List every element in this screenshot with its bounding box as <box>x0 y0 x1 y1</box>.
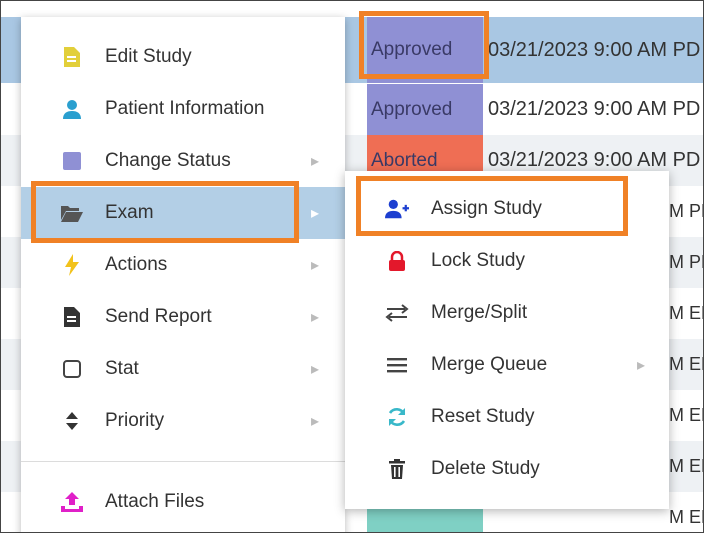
checkbox-icon <box>61 358 83 380</box>
chevron-right-icon: ▸ <box>311 153 320 170</box>
submenu-item-label: Merge Queue <box>431 354 548 375</box>
menu-item-edit-study[interactable]: Edit Study <box>21 31 345 83</box>
chevron-right-icon: ▸ <box>311 205 320 222</box>
menu-item-exam[interactable]: Exam ▸ <box>21 187 345 239</box>
swap-arrows-icon <box>385 302 409 324</box>
exam-submenu: Assign Study Lock Study Merge/Split Merg… <box>345 171 669 509</box>
context-menu: Edit Study Patient Information Change St… <box>21 17 345 532</box>
menu-item-actions[interactable]: Actions ▸ <box>21 239 345 291</box>
menu-item-attach-files[interactable]: Attach Files <box>21 476 345 528</box>
menu-item-send-report[interactable]: Send Report ▸ <box>21 291 345 343</box>
chevron-right-icon: ▸ <box>311 413 320 430</box>
date-cell: M ED <box>669 456 703 476</box>
menu-item-label: Patient Information <box>105 98 265 119</box>
person-icon <box>61 98 83 120</box>
menu-divider <box>21 461 345 462</box>
file-edit-icon <box>61 46 83 68</box>
trash-icon <box>385 458 409 480</box>
chevron-right-icon: ▸ <box>637 357 646 374</box>
menu-item-label: Stat <box>105 358 139 379</box>
list-icon <box>385 354 409 376</box>
date-cell: M PD <box>669 201 703 221</box>
chevron-right-icon: ▸ <box>311 257 320 274</box>
date-cell: M ED <box>669 405 703 425</box>
submenu-item-label: Delete Study <box>431 458 540 479</box>
menu-item-change-status[interactable]: Change Status ▸ <box>21 135 345 187</box>
chevron-right-icon: ▸ <box>311 361 320 378</box>
submenu-item-merge-split[interactable]: Merge/Split <box>345 287 669 339</box>
menu-item-priority[interactable]: Priority ▸ <box>21 395 345 447</box>
date-cell: M ED <box>669 354 703 374</box>
menu-item-label: Exam <box>105 202 154 223</box>
submenu-item-label: Assign Study <box>431 198 542 219</box>
menu-item-label: Edit Study <box>105 46 192 67</box>
date-cell: M ED <box>669 507 703 527</box>
date-cell: M ED <box>669 303 703 323</box>
submenu-item-delete-study[interactable]: Delete Study <box>345 443 669 495</box>
date-cell: M PD <box>669 252 703 272</box>
folder-open-icon <box>61 202 83 224</box>
submenu-item-label: Lock Study <box>431 250 525 271</box>
bolt-icon <box>61 254 83 276</box>
menu-item-label: Actions <box>105 254 168 275</box>
lock-icon <box>385 250 409 272</box>
refresh-icon <box>385 406 409 428</box>
submenu-item-lock-study[interactable]: Lock Study <box>345 235 669 287</box>
user-plus-icon <box>385 198 409 220</box>
submenu-item-label: Merge/Split <box>431 302 528 323</box>
status-square-icon <box>61 150 83 172</box>
submenu-item-reset-study[interactable]: Reset Study <box>345 391 669 443</box>
submenu-item-label: Reset Study <box>431 406 535 427</box>
date-cell: 03/21/2023 9:00 AM PD <box>488 38 701 61</box>
date-cell: 03/21/2023 9:00 AM PD <box>488 98 701 120</box>
status-cell: Approved <box>367 84 483 135</box>
submenu-item-assign-study[interactable]: Assign Study <box>345 183 669 235</box>
upload-icon <box>61 491 83 513</box>
submenu-item-merge-queue[interactable]: Merge Queue ▸ <box>345 339 669 391</box>
menu-item-label: Priority <box>105 410 165 431</box>
menu-item-patient-information[interactable]: Patient Information <box>21 83 345 135</box>
document-icon <box>61 306 83 328</box>
menu-item-stat[interactable]: Stat ▸ <box>21 343 345 395</box>
screenshot-frame: Approved 03/21/2023 9:00 AM PD Approved 03/… <box>0 0 704 533</box>
menu-item-label: Attach Files <box>105 491 205 512</box>
sort-icon <box>61 410 83 432</box>
menu-item-label: Send Report <box>105 306 212 327</box>
status-cell: Approved <box>367 17 483 83</box>
chevron-right-icon: ▸ <box>311 309 320 326</box>
menu-item-label: Change Status <box>105 150 231 171</box>
